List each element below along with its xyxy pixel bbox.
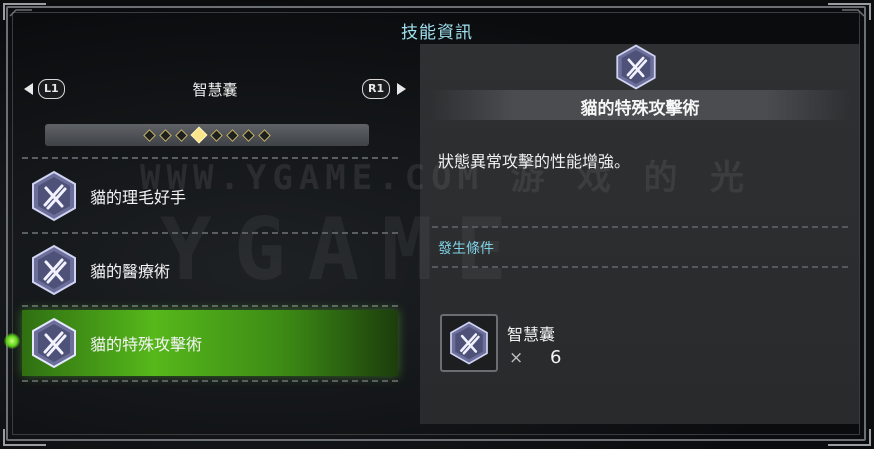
times-icon: ×	[509, 348, 524, 368]
detail-title: 貓的特殊攻擊術	[580, 99, 700, 119]
cat-skill-icon	[450, 321, 488, 365]
category-selector[interactable]: L1 智慧囊 R1	[24, 74, 406, 104]
page-dot	[210, 128, 223, 142]
skill-list-item[interactable]: 貓的理毛好手	[22, 163, 398, 229]
requirement-count: 6	[550, 347, 562, 368]
page-dot	[226, 128, 239, 142]
divider	[22, 157, 398, 159]
skill-label: 貓的特殊攻擊術	[90, 335, 203, 354]
cat-skill-icon	[616, 44, 656, 90]
window-title: 技能資訊	[401, 23, 473, 43]
divider	[22, 380, 398, 382]
arrow-right-icon[interactable]	[397, 83, 406, 95]
skill-list-item[interactable]: 貓的醫療術	[22, 237, 398, 303]
cat-skill-icon	[32, 244, 76, 296]
page-dot-active	[190, 126, 208, 144]
category-label: 智慧囊	[192, 81, 238, 99]
page-dot	[175, 128, 188, 142]
skill-list-item-selected[interactable]: 貓的特殊攻擊術	[22, 310, 398, 376]
requirement-name: 智慧囊	[507, 325, 556, 344]
cat-skill-icon	[32, 317, 76, 369]
cat-skill-icon	[32, 170, 76, 222]
divider	[432, 226, 848, 228]
condition-header: 發生條件	[438, 241, 494, 257]
page-dot	[143, 128, 156, 142]
next-category-button[interactable]: R1	[362, 79, 391, 99]
divider	[22, 305, 398, 307]
divider	[22, 232, 398, 234]
page-indicator	[45, 124, 369, 146]
page-dot	[159, 128, 172, 142]
divider	[432, 266, 848, 268]
detail-description: 狀態異常攻擊的性能增強。	[438, 152, 631, 171]
page-dot	[258, 128, 271, 142]
selection-cursor-icon	[4, 333, 20, 349]
skill-label: 貓的理毛好手	[90, 188, 187, 207]
skill-label: 貓的醫療術	[90, 262, 171, 281]
requirement-item-box	[440, 314, 498, 372]
page-dot	[242, 128, 255, 142]
